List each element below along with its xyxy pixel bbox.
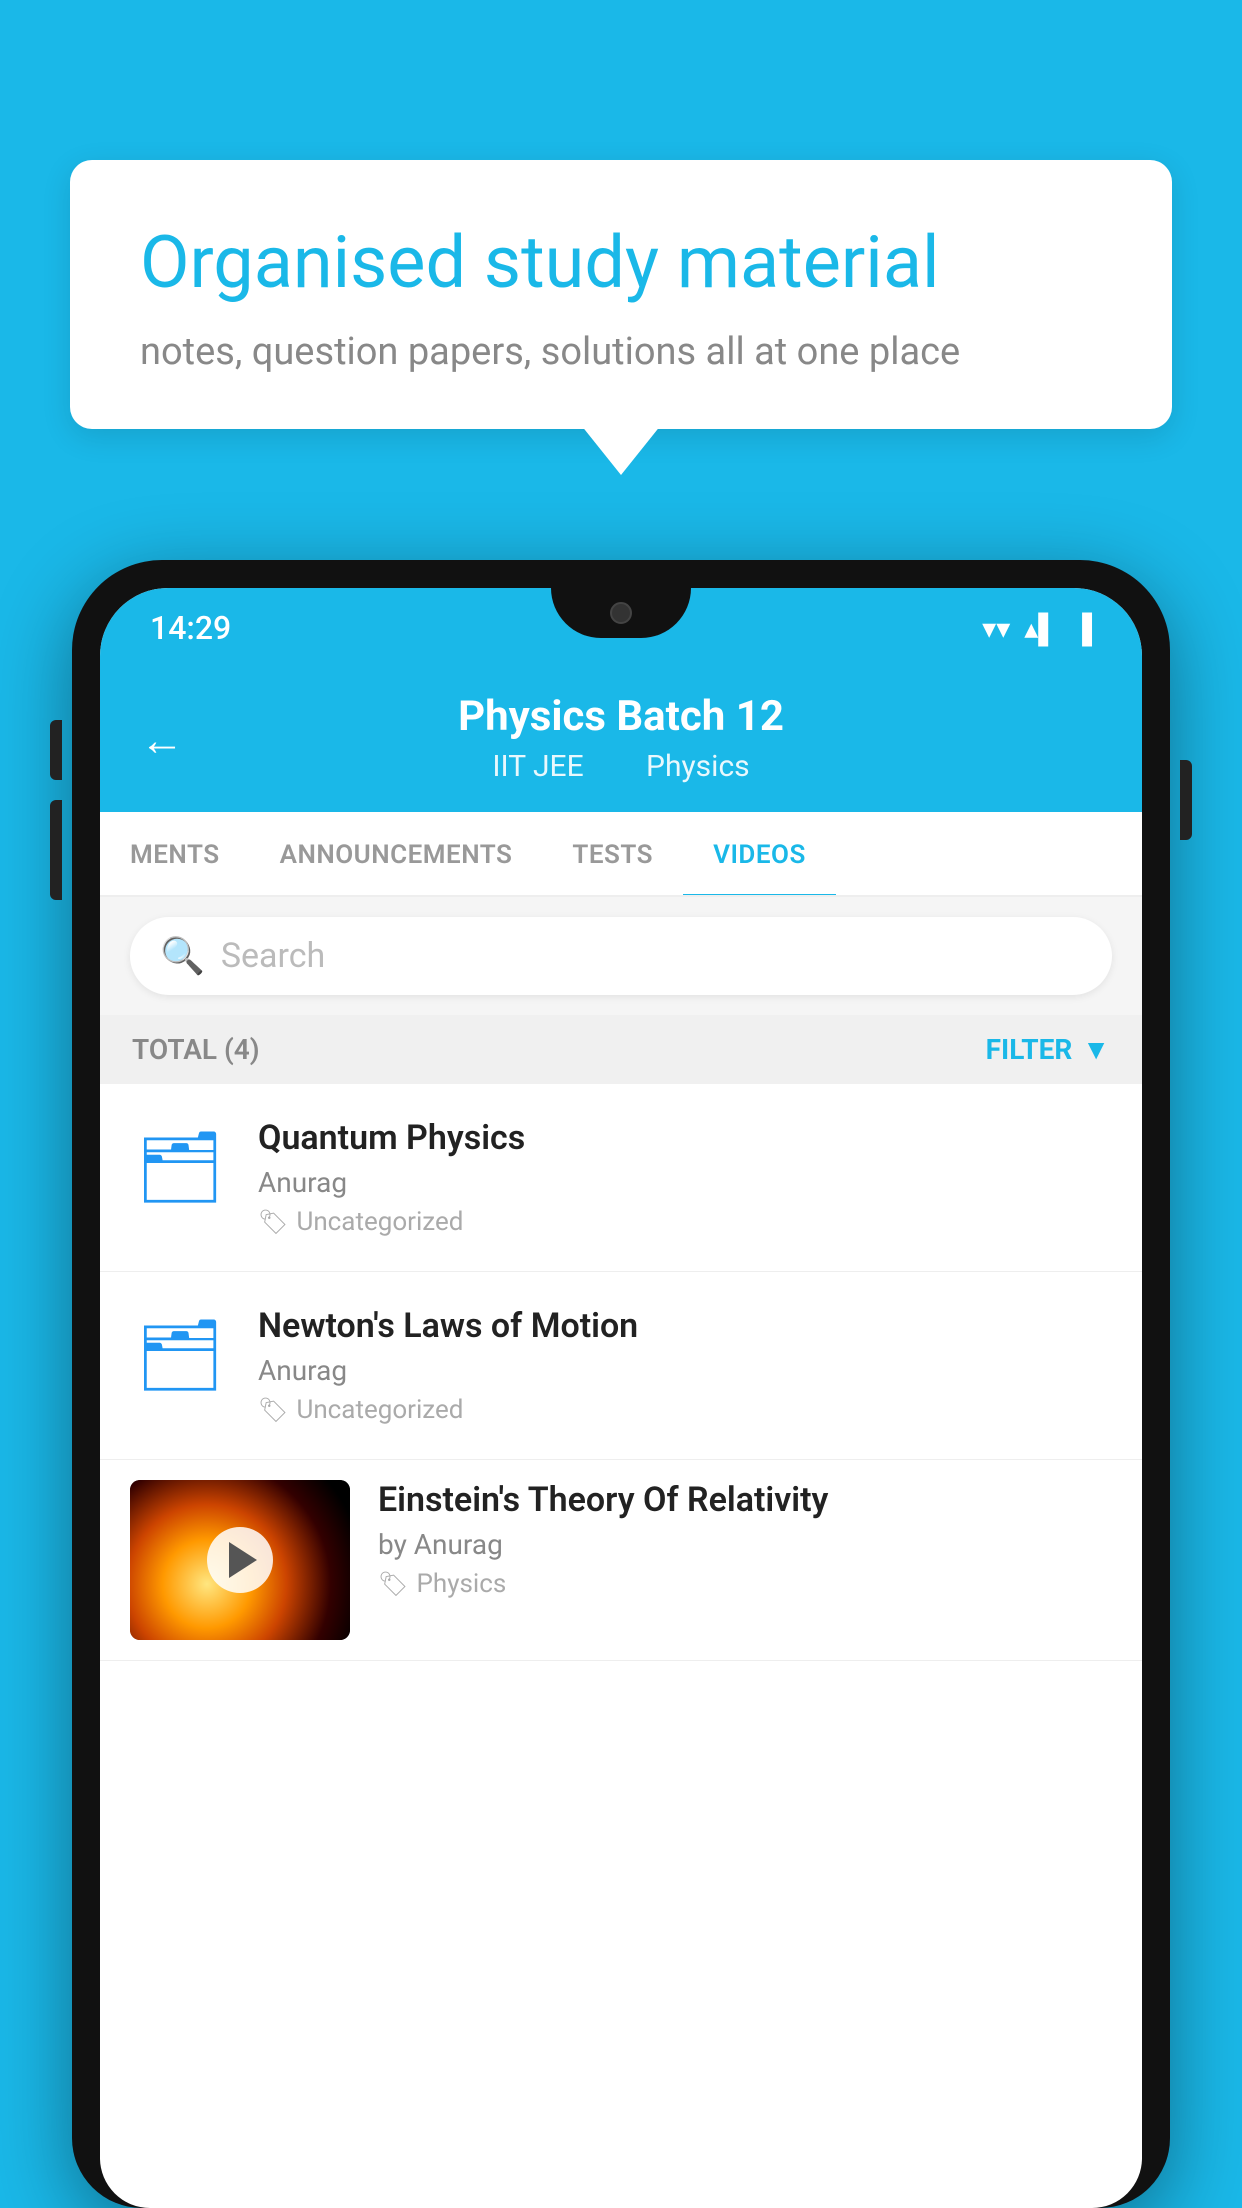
subtitle-separator [611,749,626,784]
folder-icon-2: 🗂 [136,1321,225,1391]
video-info-1: Quantum Physics Anurag 🏷 Uncategorized [258,1118,1112,1237]
folder-icon-1: 🗂 [136,1133,225,1203]
status-time: 14:29 [150,609,231,647]
volume-up-button [50,720,62,780]
header-title: Physics Batch 12 [140,692,1102,741]
video-title-2: Newton's Laws of Motion [258,1306,1112,1346]
video-title-1: Quantum Physics [258,1118,1112,1158]
wifi-icon: ▾▾ [982,612,1010,645]
video-thumbnail-3 [130,1480,350,1640]
subtitle-iitjee: IIT JEE [492,749,583,784]
tab-announcements[interactable]: ANNOUNCEMENTS [250,812,543,897]
video-item-2[interactable]: 🗂 Newton's Laws of Motion Anurag 🏷 Uncat… [100,1272,1142,1460]
total-count: TOTAL (4) [132,1033,260,1066]
phone-screen: 14:29 ▾▾ ▴▌ ▐ ← Physics Batch 12 IIT JEE… [100,588,1142,2208]
power-button [1180,760,1192,840]
notch [551,588,691,638]
search-icon: 🔍 [160,935,205,977]
video-author-2: Anurag [258,1354,1112,1387]
video-thumb-icon-2: 🗂 [130,1306,230,1406]
video-tag-2: 🏷 Uncategorized [258,1395,1112,1425]
video-author-3: by Anurag [378,1528,1112,1561]
status-icons: ▾▾ ▴▌ ▐ [982,612,1092,645]
video-title-3: Einstein's Theory Of Relativity [378,1480,1112,1520]
tag-icon-3: 🏷 [378,1570,408,1598]
search-container: 🔍 Search [100,897,1142,1015]
filter-icon: ▼ [1082,1033,1110,1066]
video-author-1: Anurag [258,1166,1112,1199]
search-bar[interactable]: 🔍 Search [130,917,1112,995]
video-thumb-icon-1: 🗂 [130,1118,230,1218]
video-list: 🗂 Quantum Physics Anurag 🏷 Uncategorized… [100,1084,1142,1661]
subtitle-physics: Physics [646,749,750,784]
battery-icon: ▐ [1072,612,1092,645]
filter-button[interactable]: FILTER ▼ [986,1033,1110,1066]
play-triangle-icon [229,1542,257,1578]
speech-bubble-subtitle: notes, question papers, solutions all at… [140,330,1102,374]
search-input[interactable]: Search [221,936,325,976]
front-camera [610,602,632,624]
tag-text-1: Uncategorized [296,1207,463,1237]
filter-row: TOTAL (4) FILTER ▼ [100,1015,1142,1084]
tab-tests[interactable]: TESTS [542,812,683,897]
video-item-1[interactable]: 🗂 Quantum Physics Anurag 🏷 Uncategorized [100,1084,1142,1272]
tab-ments[interactable]: MENTS [100,812,250,897]
status-bar: 14:29 ▾▾ ▴▌ ▐ [100,588,1142,668]
header-subtitle: IIT JEE Physics [140,749,1102,784]
filter-label: FILTER [986,1033,1073,1066]
video-info-2: Newton's Laws of Motion Anurag 🏷 Uncateg… [258,1306,1112,1425]
phone-frame: 14:29 ▾▾ ▴▌ ▐ ← Physics Batch 12 IIT JEE… [72,560,1170,2208]
back-button[interactable]: ← [140,714,184,766]
video-item-3[interactable]: Einstein's Theory Of Relativity by Anura… [100,1460,1142,1661]
tag-text-2: Uncategorized [296,1395,463,1425]
volume-down-button [50,800,62,900]
video-tag-1: 🏷 Uncategorized [258,1207,1112,1237]
tag-text-3: Physics [416,1569,506,1599]
video-info-3: Einstein's Theory Of Relativity by Anura… [378,1480,1112,1599]
tabs-bar: MENTS ANNOUNCEMENTS TESTS VIDEOS [100,812,1142,897]
tag-icon-1: 🏷 [258,1208,288,1236]
speech-bubble-title: Organised study material [140,220,1102,306]
signal-icon: ▴▌ [1024,612,1058,645]
speech-bubble-card: Organised study material notes, question… [70,160,1172,429]
tag-icon-2: 🏷 [258,1396,288,1424]
video-tag-3: 🏷 Physics [378,1569,1112,1599]
app-header: ← Physics Batch 12 IIT JEE Physics [100,668,1142,812]
play-button-3[interactable] [207,1527,273,1593]
tab-videos[interactable]: VIDEOS [683,812,836,897]
